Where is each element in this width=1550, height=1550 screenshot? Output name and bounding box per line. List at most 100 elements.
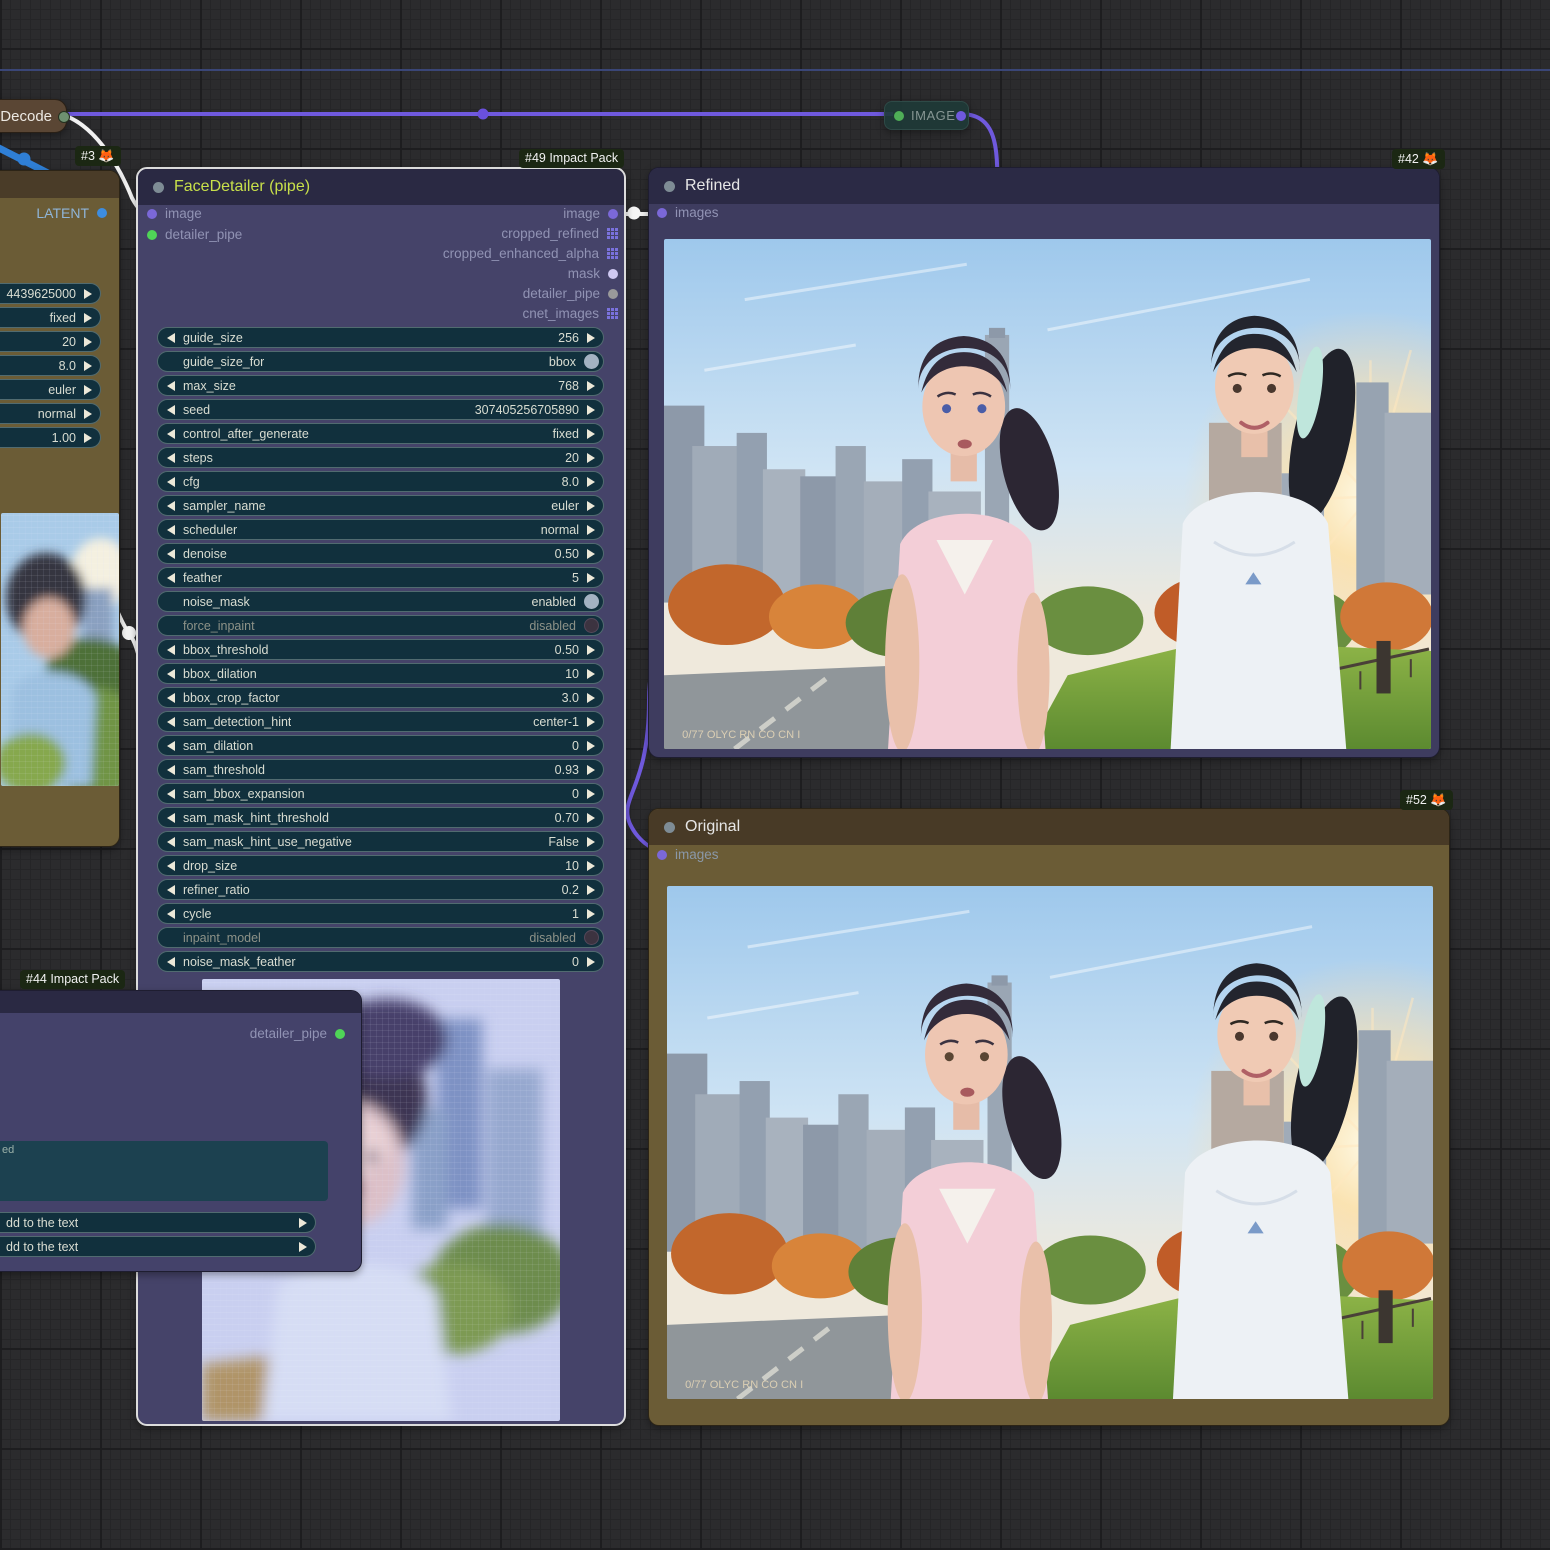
add-to-text-button[interactable]: dd to the text bbox=[0, 1236, 316, 1257]
increment-arrow-icon[interactable] bbox=[587, 693, 595, 703]
widget-noise_mask[interactable]: noise_maskenabled bbox=[157, 591, 604, 612]
output-slot-mask[interactable]: mask bbox=[568, 266, 618, 281]
increment-arrow-icon[interactable] bbox=[587, 333, 595, 343]
node-impact-44[interactable]: detailer_pipe ed dd to the textdd to the… bbox=[0, 990, 362, 1272]
increment-arrow-icon[interactable] bbox=[587, 765, 595, 775]
widget-feather[interactable]: feather5 bbox=[157, 567, 604, 588]
decrement-arrow-icon[interactable] bbox=[167, 525, 175, 535]
increment-arrow-icon[interactable] bbox=[587, 837, 595, 847]
widget-inpaint_model[interactable]: inpaint_modeldisabled bbox=[157, 927, 604, 948]
mask-output-dot[interactable] bbox=[608, 269, 618, 279]
widget-sam_mask_hint_use_negative[interactable]: sam_mask_hint_use_negativeFalse bbox=[157, 831, 604, 852]
image-output-dot[interactable] bbox=[608, 209, 618, 219]
detailer-pipe-output-dot[interactable] bbox=[335, 1029, 345, 1039]
node-graph-canvas[interactable]: Decode IMAGE LATENT 4439625000fixed208.0… bbox=[0, 0, 1550, 1550]
widget-guide_size[interactable]: guide_size256 bbox=[157, 327, 604, 348]
input-slot-image[interactable]: image bbox=[147, 206, 202, 221]
increment-arrow-icon[interactable] bbox=[587, 909, 595, 919]
output-slot-cnet_images[interactable]: cnet_images bbox=[522, 306, 618, 321]
increment-arrow-icon[interactable] bbox=[84, 289, 92, 299]
latent-output-dot[interactable] bbox=[97, 208, 107, 218]
output-slot-detailer_pipe[interactable]: detailer_pipe bbox=[523, 286, 618, 301]
impact44-header[interactable] bbox=[0, 991, 361, 1013]
widget-value[interactable]: euler bbox=[0, 379, 101, 400]
widget-steps[interactable]: steps20 bbox=[157, 447, 604, 468]
decrement-arrow-icon[interactable] bbox=[167, 909, 175, 919]
output-slot-cropped_refined[interactable]: cropped_refined bbox=[501, 226, 618, 241]
refined-input-slot-images[interactable]: images bbox=[657, 205, 719, 220]
decrement-arrow-icon[interactable] bbox=[167, 837, 175, 847]
increment-arrow-icon[interactable] bbox=[84, 409, 92, 419]
widget-sam_detection_hint[interactable]: sam_detection_hintcenter-1 bbox=[157, 711, 604, 732]
increment-arrow-icon[interactable] bbox=[587, 813, 595, 823]
decrement-arrow-icon[interactable] bbox=[167, 885, 175, 895]
widget-sampler_name[interactable]: sampler_nameeuler bbox=[157, 495, 604, 516]
add-to-text-button[interactable]: dd to the text bbox=[0, 1212, 316, 1233]
widget-scheduler[interactable]: schedulernormal bbox=[157, 519, 604, 540]
images-input-dot[interactable] bbox=[657, 208, 667, 218]
increment-arrow-icon[interactable] bbox=[587, 477, 595, 487]
decrement-arrow-icon[interactable] bbox=[167, 453, 175, 463]
increment-arrow-icon[interactable] bbox=[587, 573, 595, 583]
combo-arrow-icon[interactable] bbox=[299, 1242, 307, 1252]
widget-drop_size[interactable]: drop_size10 bbox=[157, 855, 604, 876]
widget-sam_mask_hint_threshold[interactable]: sam_mask_hint_threshold0.70 bbox=[157, 807, 604, 828]
decrement-arrow-icon[interactable] bbox=[167, 669, 175, 679]
wire-dot-blue[interactable] bbox=[18, 153, 31, 166]
widget-cfg[interactable]: cfg8.0 bbox=[157, 471, 604, 492]
widget-refiner_ratio[interactable]: refiner_ratio0.2 bbox=[157, 879, 604, 900]
increment-arrow-icon[interactable] bbox=[587, 381, 595, 391]
toggle-on-icon[interactable] bbox=[584, 594, 599, 609]
refined-header[interactable]: Refined bbox=[649, 168, 1439, 204]
increment-arrow-icon[interactable] bbox=[587, 861, 595, 871]
output-slot-cropped_enhanced_alpha[interactable]: cropped_enhanced_alpha bbox=[443, 246, 618, 261]
widget-force_inpaint[interactable]: force_inpaintdisabled bbox=[157, 615, 604, 636]
decrement-arrow-icon[interactable] bbox=[167, 381, 175, 391]
image-input-dot[interactable] bbox=[147, 209, 157, 219]
reroute-input-dot[interactable] bbox=[894, 111, 904, 121]
output-slot-image[interactable]: image bbox=[563, 206, 618, 221]
output-slot-latent[interactable]: LATENT bbox=[36, 205, 107, 221]
output-slot-detailer-pipe[interactable]: detailer_pipe bbox=[250, 1026, 345, 1041]
decrement-arrow-icon[interactable] bbox=[167, 501, 175, 511]
input-slot-detailer-pipe[interactable]: detailer_pipe bbox=[147, 227, 242, 242]
increment-arrow-icon[interactable] bbox=[587, 645, 595, 655]
widget-value[interactable]: 1.00 bbox=[0, 427, 101, 448]
increment-arrow-icon[interactable] bbox=[587, 957, 595, 967]
decrement-arrow-icon[interactable] bbox=[167, 429, 175, 439]
decrement-arrow-icon[interactable] bbox=[167, 645, 175, 655]
wire-dot-white[interactable] bbox=[628, 207, 641, 220]
node-ksampler[interactable]: LATENT 4439625000fixed208.0eulernormal1.… bbox=[0, 170, 120, 847]
detailer-pipe-input-dot[interactable] bbox=[147, 230, 157, 240]
widget-value[interactable]: 20 bbox=[0, 331, 101, 352]
increment-arrow-icon[interactable] bbox=[587, 669, 595, 679]
increment-arrow-icon[interactable] bbox=[587, 525, 595, 535]
grid-output-icon[interactable] bbox=[607, 228, 618, 239]
decode-output-dot[interactable] bbox=[58, 111, 70, 123]
node-refined[interactable]: Refined images bbox=[648, 167, 1440, 758]
widget-bbox_dilation[interactable]: bbox_dilation10 bbox=[157, 663, 604, 684]
detailer_pipe-output-dot[interactable] bbox=[608, 289, 618, 299]
widget-bbox_crop_factor[interactable]: bbox_crop_factor3.0 bbox=[157, 687, 604, 708]
combo-arrow-icon[interactable] bbox=[299, 1218, 307, 1228]
wire-dot-white-2[interactable] bbox=[122, 626, 136, 640]
reroute-dot-purple[interactable] bbox=[478, 109, 489, 120]
toggle-off-icon[interactable] bbox=[584, 930, 599, 945]
node-original[interactable]: Original images bbox=[648, 808, 1450, 1426]
decode-node-title[interactable]: Decode bbox=[0, 100, 66, 132]
increment-arrow-icon[interactable] bbox=[587, 453, 595, 463]
node-image-reroute[interactable]: IMAGE bbox=[884, 101, 969, 130]
widget-cycle[interactable]: cycle1 bbox=[157, 903, 604, 924]
widget-value[interactable]: normal bbox=[0, 403, 101, 424]
original-header[interactable]: Original bbox=[649, 809, 1449, 845]
original-input-slot-images[interactable]: images bbox=[657, 847, 719, 862]
decrement-arrow-icon[interactable] bbox=[167, 333, 175, 343]
increment-arrow-icon[interactable] bbox=[84, 361, 92, 371]
facedetailer-header[interactable]: FaceDetailer (pipe) bbox=[138, 169, 624, 205]
increment-arrow-icon[interactable] bbox=[587, 885, 595, 895]
increment-arrow-icon[interactable] bbox=[587, 549, 595, 559]
reroute-output-dot[interactable] bbox=[956, 111, 966, 121]
decrement-arrow-icon[interactable] bbox=[167, 957, 175, 967]
decrement-arrow-icon[interactable] bbox=[167, 741, 175, 751]
decrement-arrow-icon[interactable] bbox=[167, 765, 175, 775]
